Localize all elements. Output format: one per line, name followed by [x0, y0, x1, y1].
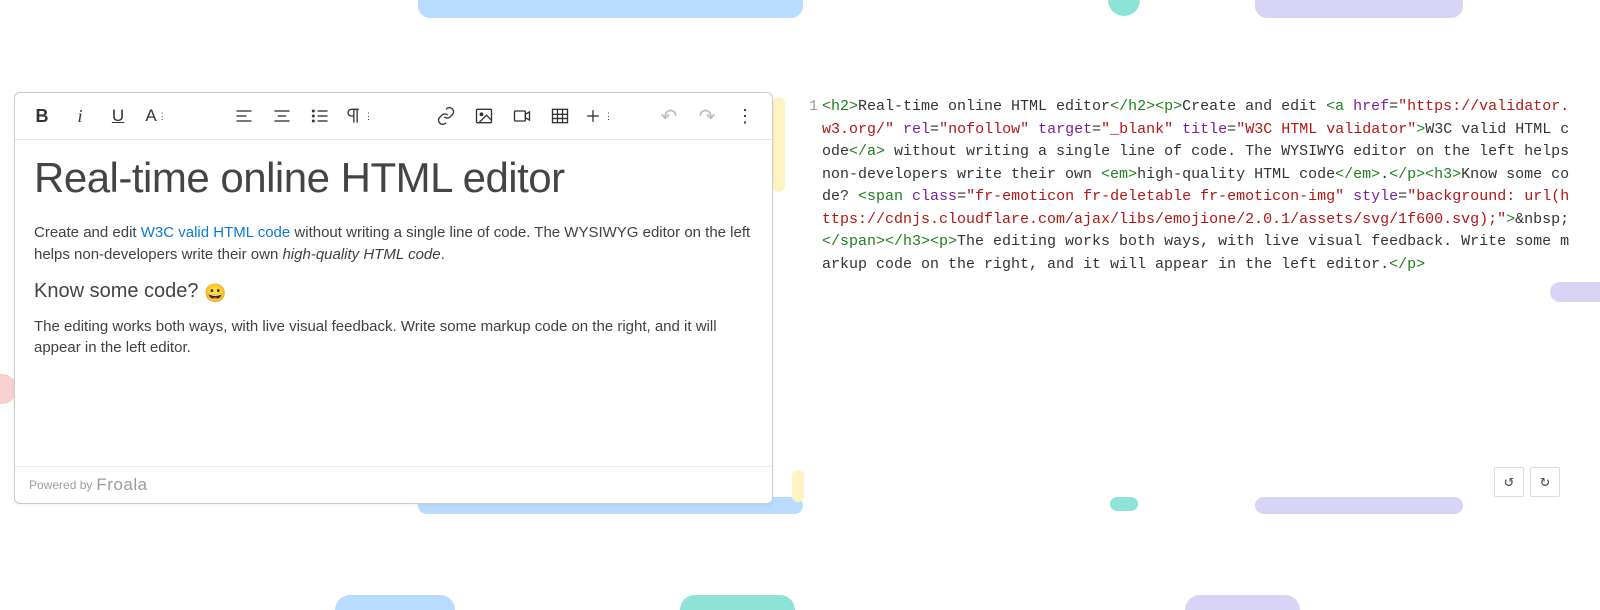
text-style-icon: A [145, 106, 156, 126]
content-subheading[interactable]: Know some code? 😀 [34, 280, 753, 304]
italic-icon: i [77, 106, 82, 127]
code-token: href [1353, 98, 1389, 115]
powered-by-label: Powered by [29, 478, 92, 492]
content-paragraph[interactable]: Create and edit W3C valid HTML code with… [34, 222, 753, 266]
wysiwyg-editor-panel: B i U A⋮ ⋮ [14, 92, 773, 504]
insert-image-button[interactable] [465, 97, 503, 135]
code-token: title [1182, 121, 1227, 138]
code-token: class [912, 188, 957, 205]
code-token: . [1380, 166, 1389, 183]
undo-icon: ↶ [661, 104, 678, 129]
list-button[interactable] [301, 97, 339, 135]
align-center-button[interactable] [263, 97, 301, 135]
video-icon [512, 106, 532, 126]
align-center-icon [272, 106, 292, 126]
insert-more-button[interactable]: ⋮ [579, 97, 617, 135]
code-token: Real-time online HTML editor [858, 98, 1110, 115]
deco-shape [1108, 0, 1140, 16]
align-left-icon [234, 106, 254, 126]
code-token: <a [1326, 98, 1344, 115]
deco-shape [335, 595, 455, 610]
code-content[interactable]: <h2>Real-time online HTML editor</h2><p>… [822, 96, 1570, 276]
brand-name[interactable]: Froala [96, 475, 147, 495]
text-run: Create and edit [34, 224, 141, 241]
undo-button[interactable]: ↶ [650, 97, 688, 135]
text-style-button[interactable]: A⋮ [137, 97, 175, 135]
underline-button[interactable]: U [99, 97, 137, 135]
code-token: <h2> [822, 98, 858, 115]
code-token: high-quality HTML code [1137, 166, 1335, 183]
code-token: Create and edit [1182, 98, 1326, 115]
bold-icon: B [36, 106, 49, 127]
insert-link-button[interactable] [427, 97, 465, 135]
code-token: target [1038, 121, 1092, 138]
code-editor-panel[interactable]: 1 <h2>Real-time online HTML editor</h2><… [800, 96, 1570, 501]
deco-shape [680, 595, 795, 610]
text-run: . [441, 246, 445, 263]
redo-button[interactable]: ↷ [688, 97, 726, 135]
deco-shape [1255, 0, 1463, 18]
code-undo-button[interactable]: ↺ [1494, 467, 1524, 497]
code-token: </em> [1335, 166, 1380, 183]
paragraph-format-button[interactable]: ⋮ [339, 97, 377, 135]
code-token: </p> [1389, 256, 1425, 273]
deco-shape [1185, 595, 1300, 610]
image-icon [474, 106, 494, 126]
code-token: </h2><p> [1110, 98, 1182, 115]
content-emphasis: high-quality HTML code [282, 246, 440, 263]
more-button[interactable]: ⋮ [726, 97, 764, 135]
table-icon [550, 106, 570, 126]
redo-icon: ↷ [699, 104, 716, 129]
deco-shape [418, 0, 803, 18]
content-link[interactable]: W3C valid HTML code [141, 224, 291, 241]
code-controls: ↺ ↻ [1494, 467, 1560, 497]
code-token: rel [903, 121, 930, 138]
code-token: </span></h3><p> [822, 233, 957, 250]
list-icon [310, 106, 330, 126]
code-token: "fr-emoticon fr-deletable fr-emoticon-im… [966, 188, 1344, 205]
align-left-button[interactable] [225, 97, 263, 135]
code-token: "W3C HTML validator" [1236, 121, 1416, 138]
redo-icon: ↻ [1540, 471, 1550, 494]
more-icon: ⋮ [736, 106, 754, 127]
deco-shape [773, 97, 785, 192]
plus-icon [583, 106, 603, 126]
code-token: <span [858, 188, 903, 205]
line-number: 1 [800, 96, 818, 119]
text-run: Know some code? [34, 280, 204, 302]
code-token: > [1416, 121, 1425, 138]
link-icon [436, 106, 456, 126]
underline-icon: U [112, 106, 124, 126]
code-token: <em> [1101, 166, 1137, 183]
editor-toolbar: B i U A⋮ ⋮ [15, 93, 772, 140]
editor-footer: Powered by Froala [15, 466, 772, 503]
code-token: > [1506, 211, 1515, 228]
content-heading[interactable]: Real-time online HTML editor [34, 154, 753, 202]
insert-table-button[interactable] [541, 97, 579, 135]
code-token: </a> [849, 143, 885, 160]
code-gutter: 1 [800, 96, 818, 119]
content-paragraph[interactable]: The editing works both ways, with live v… [34, 316, 753, 360]
code-token: &nbsp; [1515, 211, 1569, 228]
editor-content-area[interactable]: Real-time online HTML editor Create and … [15, 140, 772, 466]
code-token: </p><h3> [1389, 166, 1461, 183]
grinning-emoji-icon: 😀 [204, 283, 226, 303]
undo-icon: ↺ [1504, 471, 1514, 494]
code-redo-button[interactable]: ↻ [1530, 467, 1560, 497]
code-token: "_blank" [1101, 121, 1173, 138]
insert-video-button[interactable] [503, 97, 541, 135]
code-token: "nofollow" [939, 121, 1029, 138]
code-token: style [1353, 188, 1398, 205]
bold-button[interactable]: B [23, 97, 61, 135]
pilcrow-icon [343, 106, 363, 126]
italic-button[interactable]: i [61, 97, 99, 135]
